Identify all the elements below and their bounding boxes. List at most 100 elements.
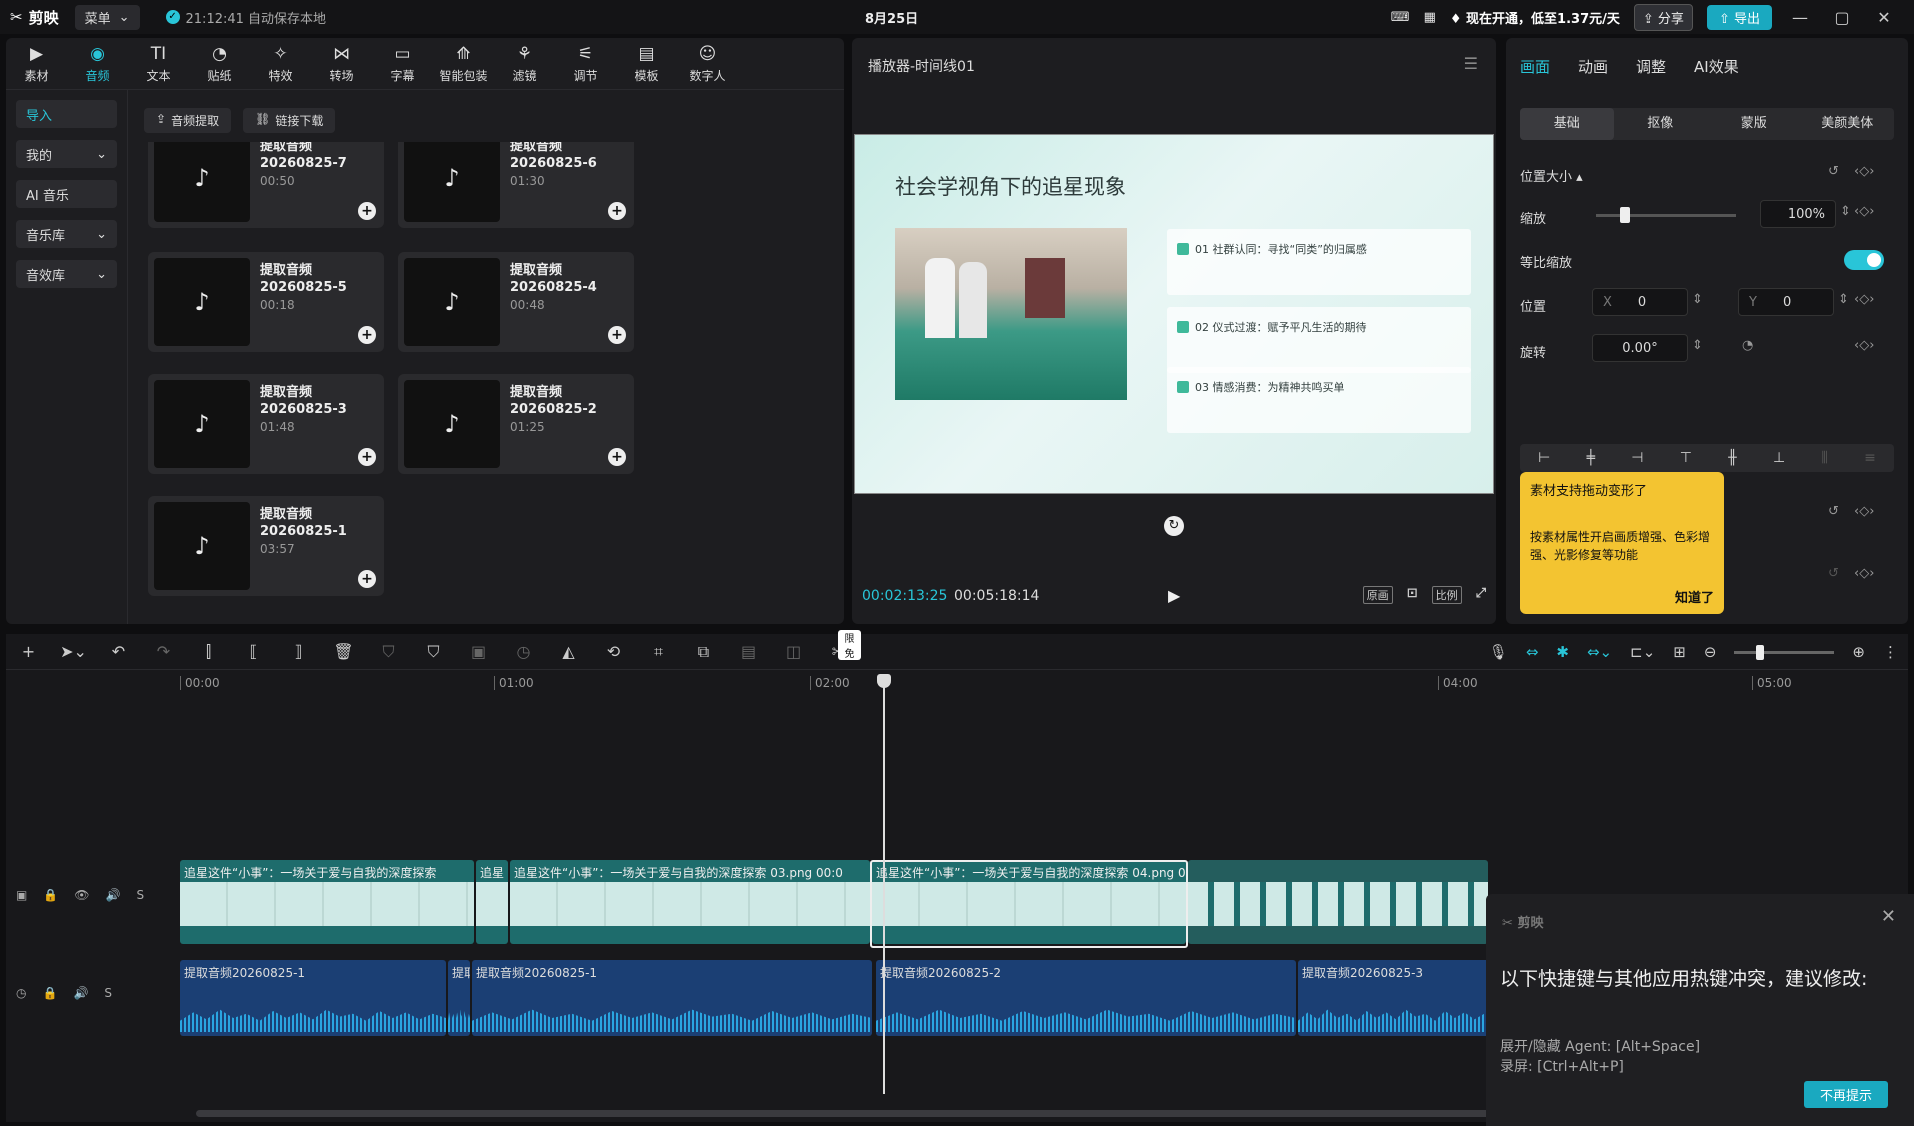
- reset-icon[interactable]: ↺: [1828, 504, 1839, 519]
- lock-icon[interactable]: 🔒: [42, 986, 57, 1000]
- preview-canvas[interactable]: 社会学视角下的追星现象 01 社群认同：寻找“同类”的归属感 02 仪式过渡：赋…: [854, 134, 1494, 494]
- add-icon[interactable]: +: [608, 326, 626, 344]
- rotate-input[interactable]: 0.00°: [1592, 334, 1688, 362]
- tool-transition[interactable]: ⋈ 转场: [311, 38, 372, 89]
- aspect-ratio-button[interactable]: 比例: [1431, 586, 1462, 604]
- audio-card[interactable]: ♪ 提取音频 20260825-3 01:48 +: [148, 374, 384, 474]
- main-track-magnet-icon[interactable]: ⇔: [1526, 643, 1539, 661]
- hamburger-menu-icon[interactable]: ☰: [1464, 54, 1478, 73]
- align-bottom-icon[interactable]: ⊥: [1773, 450, 1785, 466]
- keyframe-icon[interactable]: ‹◇›: [1854, 164, 1874, 179]
- audio-clip[interactable]: 提取音频20260825-2: [876, 960, 1296, 1036]
- zoom-out-icon[interactable]: ⊖: [1704, 643, 1717, 661]
- scale-slider[interactable]: [1596, 214, 1736, 217]
- vip-promo[interactable]: ♦ 现在开通，低至1.37元/天: [1450, 8, 1620, 27]
- tool-subtitle[interactable]: ▭ 字幕: [372, 38, 433, 89]
- linkage-icon[interactable]: ⇔⌄: [1587, 643, 1612, 661]
- position-size-section[interactable]: 位置大小 ▴: [1520, 166, 1583, 185]
- eye-icon[interactable]: 👁: [74, 888, 89, 902]
- solo-icon[interactable]: S: [136, 888, 144, 902]
- tool-media[interactable]: ▶ 素材: [6, 38, 67, 89]
- cover-icon[interactable]: ▣: [16, 888, 27, 902]
- timeline-scrollbar[interactable]: [196, 1110, 1496, 1117]
- tool-sticker[interactable]: ◔ 贴纸: [189, 38, 250, 89]
- tool-digital-human[interactable]: ☺ 数字人: [677, 38, 738, 89]
- maximize-icon[interactable]: ▢: [1828, 8, 1856, 27]
- align-center-h-icon[interactable]: ╪: [1587, 450, 1595, 466]
- tool-text[interactable]: TI 文本: [128, 38, 189, 89]
- keyframe-icon[interactable]: ‹◇›: [1854, 204, 1874, 219]
- more-icon[interactable]: ⋮: [1883, 643, 1898, 661]
- video-clip[interactable]: 追星这件“小事”：一场关于爱与自我的深度探索 03.png 00:0: [510, 860, 870, 944]
- add-icon[interactable]: +: [608, 448, 626, 466]
- fullscreen-icon[interactable]: ⤢: [1476, 586, 1486, 604]
- play-icon[interactable]: ▶: [1168, 586, 1180, 605]
- sidenav-sfx-library[interactable]: 音效库 ⌄: [16, 260, 117, 288]
- select-tool-icon[interactable]: ➤⌄: [51, 642, 96, 661]
- delete-icon[interactable]: 🗑: [321, 642, 366, 661]
- position-x-input[interactable]: X0: [1592, 288, 1688, 316]
- shortcut-keyboard-icon[interactable]: ⌨: [1391, 10, 1410, 25]
- keyframe-icon[interactable]: ‹◇›: [1854, 566, 1874, 581]
- audio-clip[interactable]: 提取音频20260825-1: [180, 960, 446, 1036]
- audio-clip[interactable]: 提取音频20260825-3: [1298, 960, 1494, 1036]
- add-icon[interactable]: +: [608, 202, 626, 220]
- tab-picture[interactable]: 画面: [1520, 56, 1550, 77]
- crop-icon[interactable]: ⌗: [636, 642, 681, 662]
- link-download-button[interactable]: ⛓ 链接下载: [243, 108, 336, 133]
- scale-input[interactable]: 100%: [1760, 200, 1836, 228]
- align-center-v-icon[interactable]: ╫: [1728, 450, 1736, 466]
- audio-card[interactable]: ♪ 提取音频 20260825-2 01:25 +: [398, 374, 634, 474]
- audio-extract-button[interactable]: ⇪ 音频提取: [144, 108, 232, 133]
- reset-icon[interactable]: ↺: [1828, 164, 1839, 179]
- auto-snap-icon[interactable]: ✱: [1556, 643, 1569, 661]
- keyframe-icon[interactable]: ‹◇›: [1854, 504, 1874, 519]
- timeline-settings-icon[interactable]: ⊞: [1673, 643, 1686, 661]
- video-clip-group[interactable]: [1188, 860, 1488, 944]
- audio-card[interactable]: ♪ 提取音频 20260825-7 00:50 +: [148, 142, 384, 228]
- close-icon[interactable]: ✕: [1881, 906, 1896, 927]
- layout-icon[interactable]: ▦: [1424, 10, 1436, 25]
- keyframe-icon[interactable]: ‹◇›: [1854, 292, 1874, 307]
- mirror-icon[interactable]: ◭: [546, 642, 591, 661]
- replace-icon[interactable]: ⧉: [681, 642, 726, 662]
- trim-left-icon[interactable]: ⟦: [231, 642, 276, 661]
- sidenav-import[interactable]: 导入: [16, 100, 117, 128]
- speaker-icon[interactable]: 🔊: [106, 888, 121, 902]
- sidenav-music-library[interactable]: 音乐库 ⌄: [16, 220, 117, 248]
- audio-clip[interactable]: 提取音频20260825-1: [472, 960, 872, 1036]
- audio-clip[interactable]: 提取: [448, 960, 470, 1036]
- tool-filter[interactable]: ⚘ 滤镜: [494, 38, 555, 89]
- add-icon[interactable]: +: [358, 570, 376, 588]
- keyframe-icon[interactable]: ‹◇›: [1854, 338, 1874, 353]
- subtab-beauty[interactable]: 美颜美体: [1801, 108, 1895, 140]
- rotate-dial-icon[interactable]: ◔: [1742, 338, 1753, 353]
- video-clip[interactable]: 追星这件“小事”：一场关于爱与自我的深度探索: [180, 860, 474, 944]
- cutout-icon[interactable]: ✂限免: [816, 630, 861, 661]
- shield-outline-icon[interactable]: ⛉: [411, 642, 456, 662]
- tool-adjust[interactable]: ⚟ 调节: [555, 38, 616, 89]
- stepper-icon[interactable]: ⇕: [1692, 338, 1703, 353]
- stepper-icon[interactable]: ⇕: [1692, 292, 1703, 307]
- export-button[interactable]: ⇧ 导出: [1706, 4, 1772, 30]
- playhead[interactable]: [877, 674, 891, 1094]
- sidenav-ai-music[interactable]: AI 音乐: [16, 180, 117, 208]
- sidenav-mine[interactable]: 我的 ⌄: [16, 140, 117, 168]
- position-y-input[interactable]: Y0: [1738, 288, 1834, 316]
- dont-show-again-button[interactable]: 不再提示: [1803, 1081, 1888, 1108]
- undo-icon[interactable]: ↶: [96, 642, 141, 661]
- trim-right-icon[interactable]: ⟧: [276, 642, 321, 661]
- tab-ai-effects[interactable]: AI效果: [1694, 56, 1739, 77]
- stepper-icon[interactable]: ⇕: [1838, 292, 1849, 307]
- uniform-scale-toggle[interactable]: [1844, 250, 1884, 270]
- tip-ok-button[interactable]: 知道了: [1675, 587, 1714, 606]
- time-ruler[interactable]: 00:00 01:00 02:00 04:00 05:00: [176, 672, 1906, 694]
- tool-audio[interactable]: ◉ 音频: [67, 38, 128, 89]
- add-icon[interactable]: +: [358, 326, 376, 344]
- microphone-icon[interactable]: 🎙: [1489, 643, 1508, 661]
- split-icon[interactable]: ⫿: [186, 642, 231, 662]
- scale-slider-handle[interactable]: [1620, 207, 1630, 223]
- video-clip[interactable]: 追星: [476, 860, 508, 944]
- stepper-icon[interactable]: ⇕: [1840, 204, 1851, 219]
- align-right-icon[interactable]: ⊣: [1631, 450, 1643, 466]
